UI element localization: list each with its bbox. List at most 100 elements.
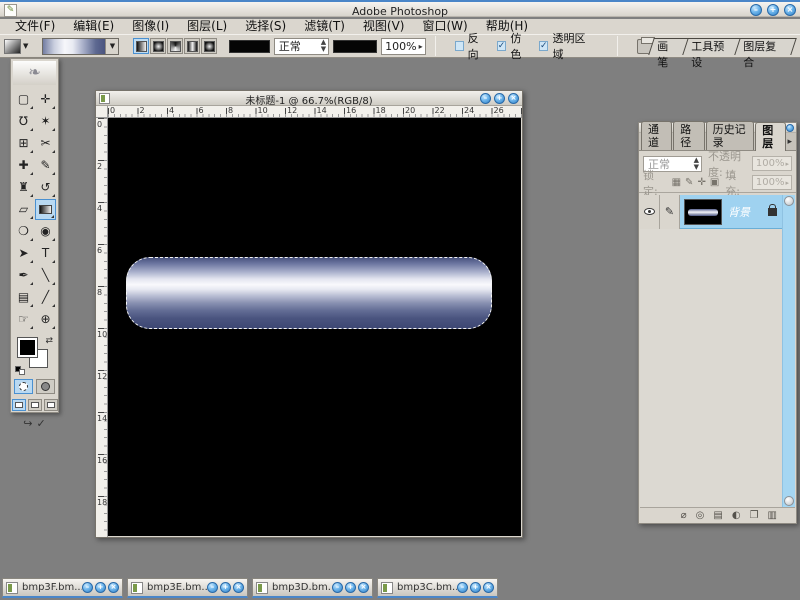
delete-layer-icon[interactable]: ▥	[768, 510, 777, 521]
zoom-tool[interactable]: ⊕	[35, 309, 56, 330]
layer-fill-field[interactable]: 100% ▸	[752, 175, 792, 190]
type-tool[interactable]: T	[35, 243, 56, 264]
menu-item[interactable]: 编辑(E)	[64, 19, 123, 34]
opacity-field[interactable]: 100% ▸	[381, 38, 425, 55]
minimize-button[interactable]: –	[750, 4, 762, 16]
tab-路径[interactable]: 路径	[673, 121, 704, 150]
menu-item[interactable]: 滤镜(T)	[295, 19, 354, 34]
linear-gradient-button[interactable]	[133, 38, 149, 54]
lock-image-icon[interactable]: ✎	[685, 177, 693, 188]
eyedropper-tool[interactable]: ╱	[35, 287, 56, 308]
restore-button[interactable]: +	[767, 4, 779, 16]
reverse-checkbox[interactable]	[455, 41, 464, 51]
layer-list-scrollbar[interactable]	[782, 195, 795, 507]
new-group-icon[interactable]: ▤	[713, 510, 722, 521]
doc-close-button[interactable]: ×	[358, 582, 369, 593]
standard-screen-button[interactable]	[12, 399, 26, 411]
gradient-picker[interactable]: ▼	[42, 38, 119, 55]
menu-item[interactable]: 文件(F)	[6, 19, 64, 34]
reflected-gradient-button[interactable]	[184, 38, 200, 54]
doc-maximize-button[interactable]: +	[220, 582, 231, 593]
standard-mode-button[interactable]	[14, 379, 33, 394]
taskbar-doc[interactable]: bmp3C.bm...–+×	[377, 578, 498, 598]
document-titlebar[interactable]: 未标题-1 @ 66.7%(RGB/8) – + ×	[96, 91, 522, 106]
angle-gradient-button[interactable]	[167, 38, 183, 54]
layer-opacity-field[interactable]: 100% ▸	[752, 156, 792, 171]
lasso-tool[interactable]: ℧	[13, 111, 34, 132]
menu-item[interactable]: 选择(S)	[236, 19, 295, 34]
gradient-tool[interactable]	[35, 199, 56, 220]
photoshop-feather-logo[interactable]: ❧	[13, 61, 56, 85]
doc-restore-button[interactable]: –	[332, 582, 343, 593]
taskbar-doc[interactable]: bmp3E.bm...–+×	[127, 578, 248, 598]
layer-row-background[interactable]: ✎ 背景	[640, 195, 782, 229]
notes-tool[interactable]: ▤	[13, 287, 34, 308]
transparency-checkbox[interactable]: ✓	[539, 41, 549, 51]
path-selection-tool[interactable]: ➤	[13, 243, 34, 264]
scroll-down-button[interactable]	[784, 496, 794, 506]
doc-restore-button[interactable]: –	[457, 582, 468, 593]
doc-restore-button[interactable]: –	[82, 582, 93, 593]
healing-brush-tool[interactable]: ✚	[13, 155, 34, 176]
dither-checkbox[interactable]: ✓	[497, 41, 507, 51]
scroll-up-button[interactable]	[784, 196, 794, 206]
lock-all-icon[interactable]: ▣	[710, 177, 719, 188]
doc-close-button[interactable]: ×	[108, 582, 119, 593]
menu-item[interactable]: 图像(I)	[123, 19, 178, 34]
quick-mask-mode-button[interactable]	[36, 379, 55, 394]
menu-item[interactable]: 视图(V)	[354, 19, 414, 34]
doc-close-button[interactable]: ×	[233, 582, 244, 593]
chevron-down-icon[interactable]: ▼	[105, 39, 118, 54]
layer-thumbnail[interactable]	[684, 199, 722, 225]
radial-gradient-button[interactable]	[150, 38, 166, 54]
jump-to-imageready-icon[interactable]: ↪	[23, 417, 32, 430]
magic-wand-tool[interactable]: ✶	[35, 111, 56, 132]
blend-mode-select[interactable]: 正常 ▲▼	[274, 38, 329, 55]
clone-stamp-tool[interactable]: ♜	[13, 177, 34, 198]
doc-maximize-button[interactable]: +	[470, 582, 481, 593]
tab-图层[interactable]: 图层	[755, 122, 786, 151]
more-tabs-icon[interactable]: ▸	[787, 134, 792, 150]
rectangular-marquee-tool[interactable]: ▢	[13, 89, 34, 110]
well-tab-图层复合[interactable]: 图层复合	[735, 38, 797, 55]
move-tool[interactable]: ✛	[35, 89, 56, 110]
doc-close-button[interactable]: ×	[483, 582, 494, 593]
layer-style-icon[interactable]: ⌀	[681, 510, 687, 521]
check-icon[interactable]: ✓	[37, 417, 46, 430]
hand-tool[interactable]: ☞	[13, 309, 34, 330]
crop-tool[interactable]: ⊞	[13, 133, 34, 154]
doc-maximize-button[interactable]: +	[95, 582, 106, 593]
canvas[interactable]	[108, 118, 521, 536]
layer-name[interactable]: 背景	[728, 204, 768, 220]
gradient-pill-selection[interactable]	[126, 257, 492, 329]
adjustment-layer-icon[interactable]: ◐	[732, 510, 741, 521]
doc-maximize-button[interactable]: +	[494, 93, 505, 104]
tab-历史记录[interactable]: 历史记录	[706, 121, 755, 150]
line-tool[interactable]: ╲	[35, 265, 56, 286]
close-button[interactable]: ×	[784, 4, 796, 16]
taskbar-doc[interactable]: bmp3F.bm...–+×	[2, 578, 123, 598]
doc-restore-button[interactable]: –	[207, 582, 218, 593]
history-brush-tool[interactable]: ↺	[35, 177, 56, 198]
fullscreen-button[interactable]	[44, 399, 58, 411]
lock-transparency-icon[interactable]: ▦	[672, 177, 681, 188]
doc-maximize-button[interactable]: +	[345, 582, 356, 593]
swap-colors-icon[interactable]: ⇄	[45, 336, 53, 346]
lock-position-icon[interactable]: ✛	[697, 177, 705, 188]
blur-tool[interactable]: ❍	[13, 221, 34, 242]
visibility-toggle[interactable]	[640, 195, 660, 229]
tool-preset-picker[interactable]: ▼	[4, 39, 28, 54]
eraser-tool[interactable]: ▱	[13, 199, 34, 220]
taskbar-doc[interactable]: bmp3D.bm...–+×	[252, 578, 373, 598]
palette-close-button[interactable]	[786, 124, 794, 132]
doc-minimize-button[interactable]: –	[480, 93, 491, 104]
tab-通道[interactable]: 通道	[641, 121, 672, 150]
brush-tool[interactable]: ✎	[35, 155, 56, 176]
slice-tool[interactable]: ✂	[35, 133, 56, 154]
layer-mask-icon[interactable]: ◎	[696, 510, 705, 521]
dodge-tool[interactable]: ◉	[35, 221, 56, 242]
foreground-color-swatch[interactable]	[18, 338, 37, 357]
default-colors-icon[interactable]	[15, 366, 25, 375]
doc-close-button[interactable]: ×	[508, 93, 519, 104]
new-layer-icon[interactable]: ❐	[750, 510, 759, 521]
